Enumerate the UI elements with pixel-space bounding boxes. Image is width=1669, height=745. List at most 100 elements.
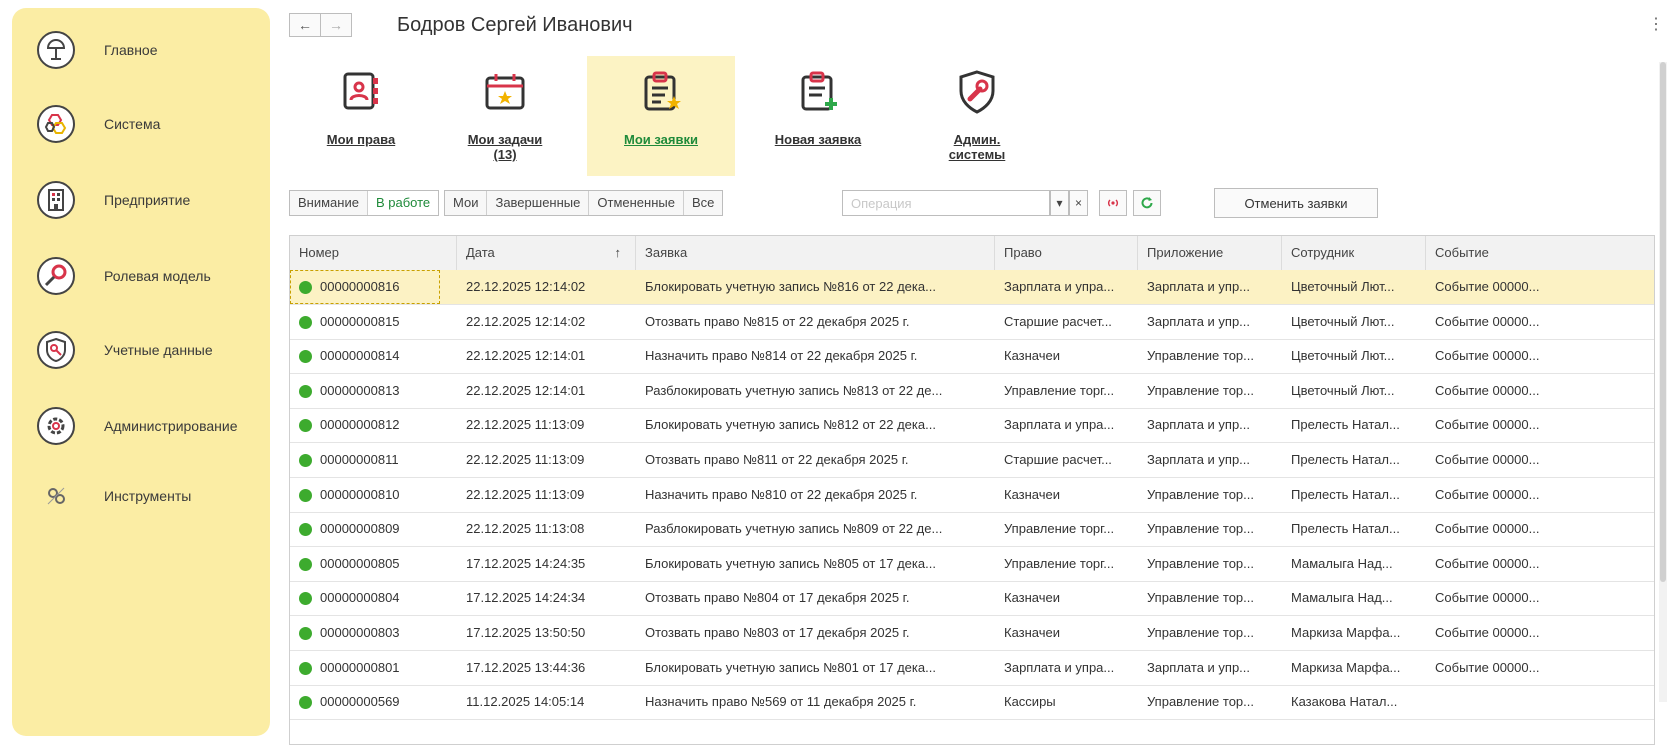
table-row[interactable]: 00000000813 22.12.2025 12:14:01 Разблокиро… (290, 374, 1654, 409)
table-cell: 00000000803 (320, 625, 400, 640)
table-cell: 22.12.2025 12:14:02 (466, 313, 586, 329)
more-menu-icon[interactable]: ⋮ (1648, 14, 1664, 34)
filter-in-progress[interactable]: В работе (367, 191, 439, 215)
column-header-employee[interactable]: Сотрудник (1282, 236, 1426, 270)
filter-all[interactable]: Все (684, 191, 722, 215)
sidebar-item-label: Ролевая модель (104, 268, 211, 284)
column-header-number[interactable]: Номер (290, 236, 457, 270)
table-row[interactable]: 00000000812 22.12.2025 11:13:09 Блокироват… (290, 408, 1654, 444)
table-row[interactable]: 00000000811 22.12.2025 11:13:09 Отозвать п… (290, 443, 1654, 478)
table-cell: 00000000809 (320, 521, 400, 537)
table-cell: Прелесть Натал... (1291, 417, 1400, 433)
table-cell: 17.12.2025 14:24:35 (466, 555, 586, 571)
filter-completed[interactable]: Завершенные (487, 191, 590, 215)
sidebar: Главное Система Предприятие Ролевая моде… (12, 8, 270, 736)
table-cell: Отозвать право №803 от 17 декабря 2025 г… (645, 625, 910, 640)
table-row[interactable]: 00000000804 17.12.2025 14:24:34 Отозвать п… (290, 581, 1654, 617)
operation-clear-button[interactable]: × (1069, 190, 1088, 216)
sidebar-item-label: Система (104, 116, 161, 132)
column-header-right[interactable]: Право (995, 236, 1138, 270)
table-cell: 00000000815 (320, 313, 400, 329)
tools-icon (36, 476, 76, 516)
table-cell: Цветочный Лют... (1291, 313, 1395, 329)
filter-cancelled[interactable]: Отмененные (589, 191, 684, 215)
action-my-requests[interactable]: Мои заявки (587, 56, 735, 176)
task-count: (13) (493, 147, 517, 162)
chevron-down-icon: ▾ (1056, 196, 1063, 210)
table-cell: 22.12.2025 11:13:09 (466, 486, 585, 502)
filter-mine[interactable]: Мои (445, 191, 488, 215)
table-cell: Старшие расчет... (1004, 313, 1112, 329)
table-cell: 00000000804 (320, 590, 400, 606)
table-row[interactable]: 00000000803 17.12.2025 13:50:50 Отозвать п… (290, 616, 1654, 651)
table-row[interactable]: 00000000814 22.12.2025 12:14:01 Назначить … (290, 339, 1654, 375)
column-header-application[interactable]: Приложение (1138, 236, 1282, 270)
sidebar-item-role-model[interactable]: Ролевая модель (12, 246, 270, 306)
refresh-icon (1141, 197, 1153, 209)
action-my-rights[interactable]: Мои права (306, 56, 416, 176)
table-cell: Управление торг... (1004, 521, 1115, 537)
table-cell: Управление тор... (1147, 625, 1254, 640)
broadcast-button[interactable] (1099, 190, 1127, 216)
broadcast-icon (1108, 199, 1118, 207)
table-cell: Цветочный Лют... (1291, 279, 1395, 294)
table-cell: Зарплата и упра... (1004, 417, 1115, 433)
table-row[interactable]: 00000000809 22.12.2025 11:13:08 Разблокиро… (290, 512, 1654, 548)
column-header-date[interactable]: Дата ↑ (457, 236, 636, 270)
table-cell: Отозвать право №804 от 17 декабря 2025 г… (645, 590, 910, 606)
filter-attention[interactable]: Внимание (290, 191, 368, 215)
table-cell: 00000000805 (320, 555, 400, 571)
action-my-tasks[interactable]: Мои задачи (13) (450, 56, 560, 176)
sidebar-item-label: Учетные данные (104, 342, 213, 358)
table-cell: Назначить право №814 от 22 декабря 2025 … (645, 348, 918, 364)
sidebar-item-tools[interactable]: Инструменты (12, 466, 270, 526)
table-cell: Блокировать учетную запись №801 от 17 де… (645, 659, 936, 675)
table-row[interactable]: 00000000801 17.12.2025 13:44:36 Блокироват… (290, 651, 1654, 686)
sidebar-item-main[interactable]: Главное (12, 20, 270, 80)
desk-lamp-icon (36, 30, 76, 70)
table-cell: Событие 00000... (1435, 279, 1540, 294)
table-cell: 00000000813 (320, 382, 400, 398)
table-cell: Событие 00000... (1435, 417, 1540, 433)
action-new-request[interactable]: Новая заявка (762, 56, 874, 176)
action-label: Новая заявка (774, 132, 862, 147)
column-header-request[interactable]: Заявка (636, 236, 995, 270)
sort-arrow-icon: ↑ (614, 245, 622, 260)
table-cell: Казначеи (1004, 590, 1061, 606)
refresh-button[interactable] (1133, 190, 1161, 216)
forward-button[interactable]: → (320, 13, 352, 37)
table-cell: Разблокировать учетную запись №813 от 22… (645, 382, 943, 398)
sidebar-item-label: Инструменты (104, 488, 192, 504)
table-row[interactable]: 00000000816 22.12.2025 12:14:02 Блокироват… (290, 270, 1654, 305)
table-row[interactable]: 00000000815 22.12.2025 12:14:02 Отозвать п… (290, 305, 1654, 340)
table-cell: Казначеи (1004, 486, 1061, 502)
table-cell: Зарплата и упр... (1147, 452, 1251, 467)
scrollbar[interactable] (1659, 62, 1667, 702)
table-cell: 00000000810 (320, 486, 400, 502)
shield-key-icon (36, 330, 76, 370)
clipboard-star-icon (644, 71, 681, 111)
operation-dropdown-button[interactable]: ▾ (1050, 190, 1069, 216)
operation-input[interactable] (842, 190, 1050, 216)
table-row[interactable]: 00000000810 22.12.2025 11:13:09 Назначить … (290, 478, 1654, 513)
gear-icon (36, 406, 76, 446)
scrollbar-thumb[interactable] (1660, 62, 1666, 582)
table-row[interactable]: 00000000805 17.12.2025 14:24:35 Блокироват… (290, 547, 1654, 582)
cancel-requests-button[interactable]: Отменить заявки (1214, 188, 1378, 218)
column-header-event[interactable]: Событие (1426, 236, 1654, 270)
table-cell: 00000000801 (320, 659, 400, 675)
table-row[interactable]: 00000000569 11.12.2025 14:05:14 Назначить … (290, 685, 1654, 721)
table-cell: Зарплата и упр... (1147, 417, 1251, 433)
clipboard-plus-icon (801, 71, 837, 111)
sidebar-item-enterprise[interactable]: Предприятие (12, 170, 270, 230)
table-cell: Разблокировать учетную запись №809 от 22… (645, 521, 943, 537)
sidebar-item-credentials[interactable]: Учетные данные (12, 320, 270, 380)
filter-group-scope: Мои Завершенные Отмененные Все (444, 190, 724, 216)
sidebar-item-label: Главное (104, 42, 158, 58)
sidebar-item-administration[interactable]: Администрирование (12, 396, 270, 456)
back-button[interactable]: ← (289, 13, 321, 37)
sidebar-item-system[interactable]: Система (12, 94, 270, 154)
table-cell: Маркиза Марфа... (1291, 659, 1401, 675)
action-admin-systems[interactable]: Админ. системы (922, 56, 1032, 176)
table-cell: 00000000811 (320, 452, 399, 467)
